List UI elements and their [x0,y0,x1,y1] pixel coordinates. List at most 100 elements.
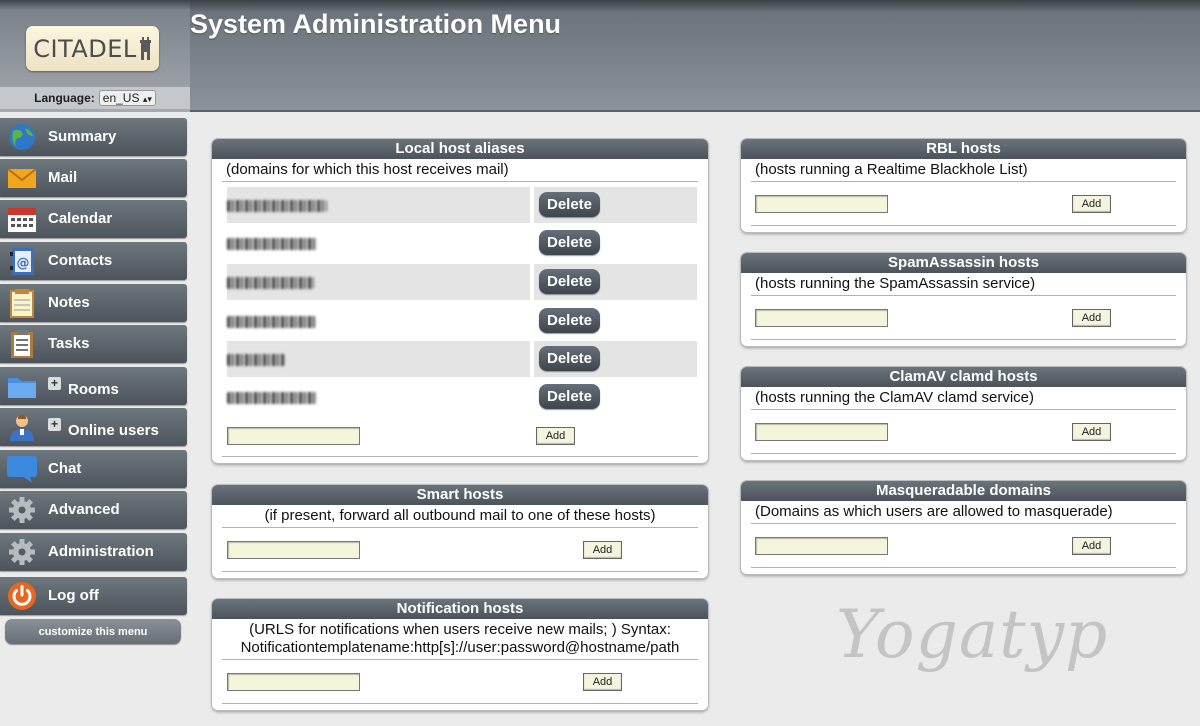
masquerade-domains-panel: Masqueradable domains (Domains as which … [741,481,1186,574]
sidebar-item-online-users[interactable]: + Online users [0,408,187,446]
divider [751,225,1176,226]
sidebar-item-notes[interactable]: Notes [0,284,187,322]
sidebar-item-label: Tasks [48,335,90,352]
rbl-host-input[interactable] [755,195,888,213]
clamav-hosts-panel: ClamAV clamd hosts (hosts running the Cl… [741,367,1186,460]
redacted-alias [227,392,317,404]
divider [751,181,1176,182]
globe-icon [6,122,38,152]
panel-description-line2: Notificationtemplatename:http[s]://user:… [240,639,680,656]
expand-plus-icon[interactable]: + [48,418,61,431]
alias-name-cell [227,225,530,261]
language-value: en_US [102,91,140,105]
sidebar-item-label: Calendar [48,210,113,227]
sidebar-item-label: Administration [48,543,154,560]
delete-button[interactable]: Delete [539,384,600,409]
smart-hosts-panel: Smart hosts (if present, forward all out… [212,485,708,578]
add-smart-host-button[interactable]: Add [583,541,622,559]
panel-title: Local host aliases [212,139,708,159]
panel-title: Notification hosts [212,599,708,619]
sidebar-item-administration[interactable]: Administration [0,533,187,571]
delete-button[interactable]: Delete [539,346,600,371]
delete-button[interactable]: Delete [539,269,600,294]
delete-button[interactable]: Delete [539,308,600,333]
masquerade-domain-input[interactable] [755,537,888,555]
notification-host-input[interactable] [227,673,360,691]
alias-name-cell [227,187,530,223]
panel-title: SpamAssassin hosts [741,253,1186,273]
language-bar: Language: en_US ▴▾ [0,87,190,109]
sidebar-item-label: Log off [48,587,99,604]
logo-area: CITADEL Language: en_US ▴▾ [0,0,190,112]
gear-icon [6,537,38,567]
address-book-icon: @ [6,246,38,276]
spamassassin-host-input[interactable] [755,309,888,327]
alias-name-cell [227,303,530,339]
divider [751,567,1176,568]
sidebar-item-rooms[interactable]: + Rooms [0,367,187,405]
panel-title: RBL hosts [741,139,1186,159]
alias-action-cell: Delete [534,264,697,300]
sidebar-item-mail[interactable]: Mail [0,159,187,197]
sidebar-item-label: Contacts [48,252,113,269]
sidebar-item-label: Chat [48,460,82,477]
panel-description: (hosts running the SpamAssassin service) [755,275,1036,292]
add-notification-host-button[interactable]: Add [583,673,622,691]
sidebar-item-label: Advanced [48,501,120,518]
redacted-alias [227,354,285,366]
divider [222,456,698,457]
notification-hosts-panel: Notification hosts (URLS for notificatio… [212,599,708,710]
sidebar-item-label: Online users [68,422,159,439]
language-label: Language: [34,91,95,105]
sidebar-item-label: Notes [48,294,90,311]
divider [751,409,1176,410]
add-masquerade-domain-button[interactable]: Add [1072,537,1111,555]
divider [222,527,698,528]
sidebar-item-advanced[interactable]: Advanced [0,491,187,529]
panel-description: (hosts running the ClamAV clamd service) [755,389,1034,406]
sidebar-item-log-off[interactable]: Log off [0,577,187,615]
sidebar-item-label: Rooms [68,381,119,398]
citadel-logo[interactable]: CITADEL [26,26,159,71]
add-alias-button[interactable]: Add [536,427,575,445]
language-select[interactable]: en_US ▴▾ [98,90,156,106]
add-spamassassin-host-button[interactable]: Add [1072,309,1111,327]
panel-title: Masqueradable domains [741,481,1186,501]
expand-plus-icon[interactable]: + [48,377,61,390]
divider [222,181,698,182]
new-alias-input[interactable] [227,427,360,445]
panel-description: (domains for which this host receives ma… [226,161,509,178]
sidebar-item-summary[interactable]: Summary [0,118,187,156]
panel-description: (hosts running a Realtime Blackhole List… [755,161,1028,178]
redacted-alias [227,200,327,212]
redacted-alias [227,238,317,250]
smart-host-input[interactable] [227,541,360,559]
delete-button[interactable]: Delete [539,192,600,217]
watermark: Yogatyp [836,596,1109,673]
redacted-alias [227,277,314,289]
local-aliases-panel: Local host aliases (domains for which th… [212,139,708,463]
calendar-icon [6,204,38,234]
rbl-hosts-panel: RBL hosts (hosts running a Realtime Blac… [741,139,1186,232]
divider [751,453,1176,454]
add-clamav-host-button[interactable]: Add [1072,423,1111,441]
page-title: System Administration Menu [190,9,562,39]
alias-name-cell [227,264,530,300]
add-rbl-host-button[interactable]: Add [1072,195,1111,213]
alias-name-cell [227,341,530,377]
sidebar-item-contacts[interactable]: @ Contacts [0,242,187,280]
alias-action-cell: Delete [534,225,697,261]
panel-title: ClamAV clamd hosts [741,367,1186,387]
alias-action-cell: Delete [534,187,697,223]
sidebar-item-calendar[interactable]: Calendar [0,200,187,238]
sidebar-item-chat[interactable]: Chat [0,450,187,488]
folder-icon [6,371,38,401]
speech-bubble-icon [6,454,38,484]
sidebar-item-tasks[interactable]: Tasks [0,325,187,363]
gear-icon [6,495,38,525]
clamav-host-input[interactable] [755,423,888,441]
panel-description-line1: (URLS for notifications when users recei… [249,621,671,638]
delete-button[interactable]: Delete [539,230,600,255]
customize-menu-button[interactable]: customize this menu [5,619,181,644]
alias-name-cell [227,379,530,415]
